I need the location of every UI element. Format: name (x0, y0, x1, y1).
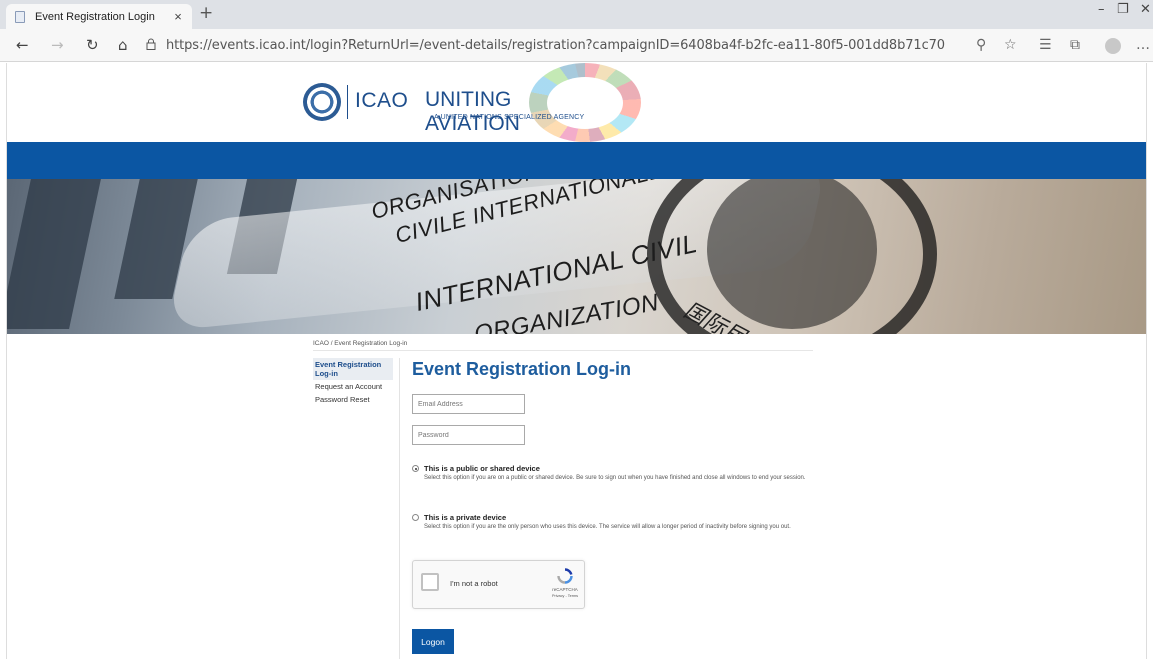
zoom-icon[interactable]: ⚲ (976, 37, 986, 53)
navigation-band (7, 142, 1146, 179)
address-toolbar: ← → ↻ ⌂ https://events.icao.int/login?Re… (0, 29, 1153, 62)
logo-uniting-aviation: UNITING AVIATION (425, 88, 520, 135)
close-window-icon[interactable]: ✕ (1140, 2, 1151, 17)
back-icon[interactable]: ← (16, 36, 29, 54)
restore-icon[interactable]: ❐ (1117, 2, 1129, 17)
breadcrumb-divider (313, 350, 813, 351)
icao-emblem-icon[interactable] (303, 83, 341, 121)
private-device-label: This is a private device (424, 513, 507, 522)
forward-icon[interactable]: → (51, 36, 64, 54)
collections-icon[interactable]: ⧉ (1070, 37, 1080, 53)
public-device-description: Select this option if you are on a publi… (424, 475, 806, 481)
browser-tab-strip: Event Registration Login × + – ❐ ✕ (0, 0, 1153, 29)
more-icon[interactable]: … (1136, 37, 1150, 53)
breadcrumb[interactable]: ICAO / Event Registration Log-in (313, 340, 407, 347)
new-tab-icon[interactable]: + (199, 3, 213, 23)
email-field[interactable] (412, 394, 525, 414)
recaptcha-widget: I'm not a robot reCAPTCHA Privacy - Term… (412, 560, 585, 609)
recaptcha-privacy-terms[interactable]: Privacy - Terms (544, 594, 586, 598)
minimize-icon[interactable]: – (1098, 2, 1105, 17)
url-field[interactable]: https://events.icao.int/login?ReturnUrl=… (166, 38, 945, 53)
refresh-icon[interactable]: ↻ (86, 36, 99, 54)
logon-button[interactable]: Logon (412, 629, 454, 654)
hero-banner-image: ORGANISATION DE L'AVIATION CIVILE INTERN… (7, 179, 1146, 334)
sidebar-item-event-registration-login[interactable]: Event Registration Log-in (313, 358, 393, 380)
tab-title: Event Registration Login (35, 10, 155, 23)
home-icon[interactable]: ⌂ (118, 36, 128, 54)
tab-close-icon[interactable]: × (170, 9, 186, 24)
logo-subtitle: A UNITED NATIONS SPECIALIZED AGENCY (434, 114, 585, 121)
password-field[interactable] (412, 425, 525, 445)
recaptcha-brand: reCAPTCHA (552, 587, 578, 592)
recaptcha-label: I'm not a robot (450, 579, 498, 588)
sidebar-divider (399, 358, 400, 659)
logo-divider (347, 85, 348, 119)
recaptcha-checkbox[interactable] (421, 573, 439, 591)
private-device-description: Select this option if you are the only p… (424, 524, 791, 530)
favorites-list-icon[interactable]: ☰ (1039, 37, 1052, 53)
page-title: Event Registration Log-in (412, 359, 632, 379)
public-device-label: This is a public or shared device (424, 464, 540, 473)
public-device-radio[interactable] (412, 465, 419, 472)
sidebar-item-password-reset[interactable]: Password Reset (313, 393, 393, 406)
page-favicon-icon (15, 10, 25, 23)
sidebar-item-request-account[interactable]: Request an Account (313, 380, 393, 393)
lock-icon[interactable] (146, 38, 156, 50)
private-device-option[interactable]: This is a private device Select this opt… (412, 513, 832, 553)
site-header: ICAO UNITING AVIATION A UNITED NATIONS S… (7, 63, 1146, 142)
profile-icon[interactable] (1105, 38, 1121, 54)
public-device-option[interactable]: This is a public or shared device Select… (412, 464, 832, 504)
favorite-star-icon[interactable]: ☆ (1004, 37, 1017, 53)
private-device-radio[interactable] (412, 514, 419, 521)
web-page: ICAO UNITING AVIATION A UNITED NATIONS S… (6, 63, 1147, 659)
recaptcha-logo-icon (557, 568, 573, 584)
browser-tab[interactable]: Event Registration Login × (6, 4, 192, 29)
sidebar-nav: Event Registration Log-in Request an Acc… (313, 358, 393, 406)
